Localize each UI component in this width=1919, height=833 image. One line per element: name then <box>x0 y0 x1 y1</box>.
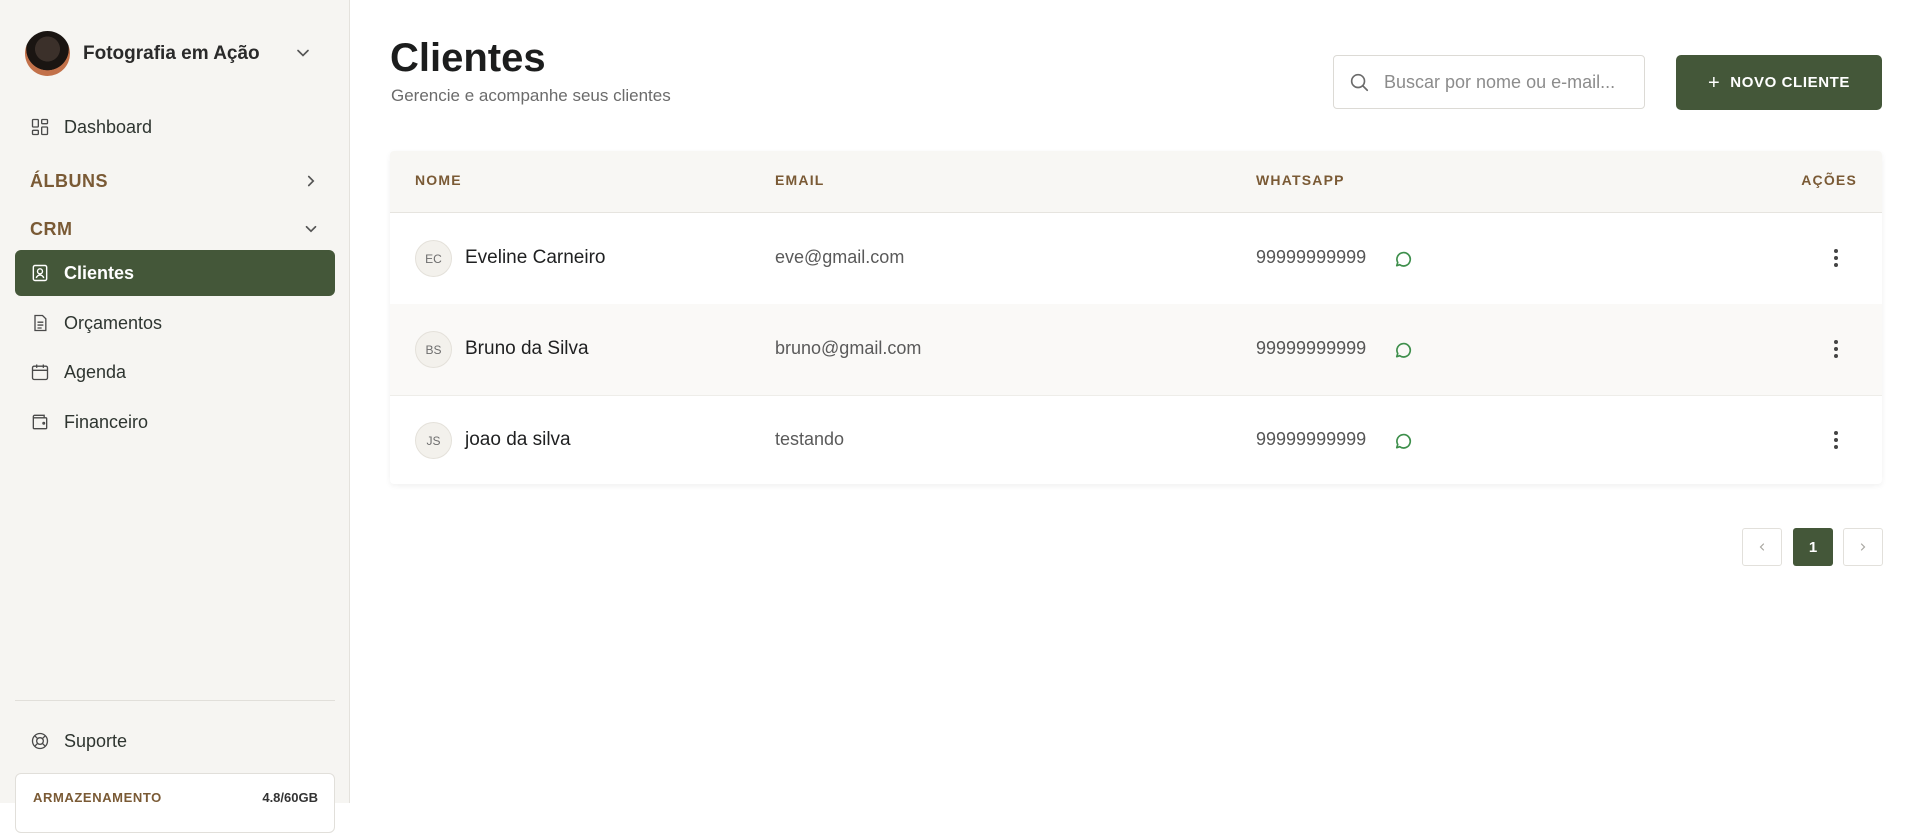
wallet-icon <box>32 414 48 430</box>
lifebuoy-icon <box>31 732 49 750</box>
chevron-down-icon <box>297 49 309 57</box>
sidebar-item-label: Financeiro <box>64 411 149 432</box>
storage-card: ARMAZENAMENTO 4.8/60GB <box>15 773 335 833</box>
client-email: bruno@gmail.com <box>775 338 922 358</box>
document-icon <box>34 314 47 332</box>
table-row[interactable]: JS joao da silva testando 99999999999 <box>390 395 1882 484</box>
more-vertical-icon[interactable] <box>1826 429 1846 451</box>
sidebar-item-label: Clientes <box>64 262 135 283</box>
whatsapp-chat-icon[interactable] <box>1393 340 1413 360</box>
pagination-prev-button[interactable] <box>1742 528 1782 566</box>
client-email: eve@gmail.com <box>775 247 905 267</box>
workspace-name: Fotografia em Ação <box>83 42 260 64</box>
sidebar-item-label: Orçamentos <box>64 312 163 333</box>
search-icon <box>1350 73 1369 92</box>
pagination-next-button[interactable] <box>1843 528 1883 566</box>
client-name: joao da silva <box>465 429 571 450</box>
page-subtitle: Gerencie e acompanhe seus clientes <box>391 86 671 105</box>
client-whatsapp: 99999999999 <box>1256 429 1367 449</box>
table-row[interactable]: EC Eveline Carneiro eve@gmail.com 999999… <box>390 213 1882 305</box>
sidebar-item-label: Agenda <box>64 361 127 382</box>
client-whatsapp: 99999999999 <box>1256 247 1367 267</box>
client-name: Bruno da Silva <box>465 338 589 359</box>
search-input[interactable] <box>1382 70 1626 94</box>
table-row[interactable]: BS Bruno da Silva bruno@gmail.com 999999… <box>390 304 1882 396</box>
dashboard-icon <box>31 118 49 136</box>
chevron-left-icon <box>1759 543 1765 551</box>
client-name: Eveline Carneiro <box>465 247 606 268</box>
pagination-page-current[interactable]: 1 <box>1793 528 1833 566</box>
sidebar-item-agenda[interactable]: Agenda <box>15 349 335 395</box>
sidebar-item-clientes[interactable]: Clientes <box>15 250 335 296</box>
sidebar-item-suporte[interactable]: Suporte <box>15 718 335 764</box>
more-vertical-icon[interactable] <box>1826 247 1846 269</box>
sidebar: Fotografia em Ação Dashboard ÁLBUNS CRM … <box>0 0 350 833</box>
chevron-right-icon <box>1860 543 1866 551</box>
client-email: testando <box>775 429 845 449</box>
new-client-button[interactable]: + NOVO CLIENTE <box>1676 55 1882 110</box>
column-header-actions: AÇÕES <box>1801 172 1857 188</box>
chevron-down-icon <box>305 225 317 233</box>
page-title: Clientes <box>390 36 546 80</box>
storage-value: 4.8/60GB <box>262 790 318 805</box>
sidebar-item-label: Suporte <box>64 730 128 751</box>
sidebar-item-orcamentos[interactable]: Orçamentos <box>15 300 335 346</box>
search-box[interactable] <box>1333 55 1645 109</box>
crm-section-toggle[interactable]: CRM <box>30 214 320 244</box>
new-client-label: NOVO CLIENTE <box>1730 74 1850 91</box>
column-header-whatsapp: WHATSAPP <box>1256 172 1345 188</box>
crm-section-label: CRM <box>30 218 73 239</box>
client-initials-avatar: JS <box>415 422 452 459</box>
whatsapp-chat-icon[interactable] <box>1393 249 1413 269</box>
clients-table: NOME EMAIL WHATSAPP AÇÕES EC Eveline Car… <box>390 151 1882 484</box>
table-header: NOME EMAIL WHATSAPP AÇÕES <box>390 151 1882 213</box>
storage-label: ARMAZENAMENTO <box>33 790 162 805</box>
albums-section-label: ÁLBUNS <box>30 170 108 191</box>
sidebar-item-financeiro[interactable]: Financeiro <box>15 399 335 445</box>
whatsapp-chat-icon[interactable] <box>1393 431 1413 451</box>
sidebar-item-dashboard[interactable]: Dashboard <box>15 104 335 150</box>
sidebar-divider <box>15 700 335 701</box>
albums-section-toggle[interactable]: ÁLBUNS <box>30 166 320 196</box>
workspace-switcher[interactable]: Fotografia em Ação <box>25 31 325 76</box>
workspace-avatar <box>25 31 70 76</box>
contacts-icon <box>32 264 48 282</box>
sidebar-item-label: Dashboard <box>64 116 153 137</box>
column-header-email: EMAIL <box>775 172 825 188</box>
plus-icon: + <box>1708 71 1721 94</box>
calendar-icon <box>31 364 49 381</box>
client-initials-avatar: BS <box>415 331 452 368</box>
more-vertical-icon[interactable] <box>1826 338 1846 360</box>
chevron-right-icon <box>307 175 315 187</box>
client-initials-avatar: EC <box>415 240 452 277</box>
column-header-name: NOME <box>415 172 462 188</box>
client-whatsapp: 99999999999 <box>1256 338 1367 358</box>
